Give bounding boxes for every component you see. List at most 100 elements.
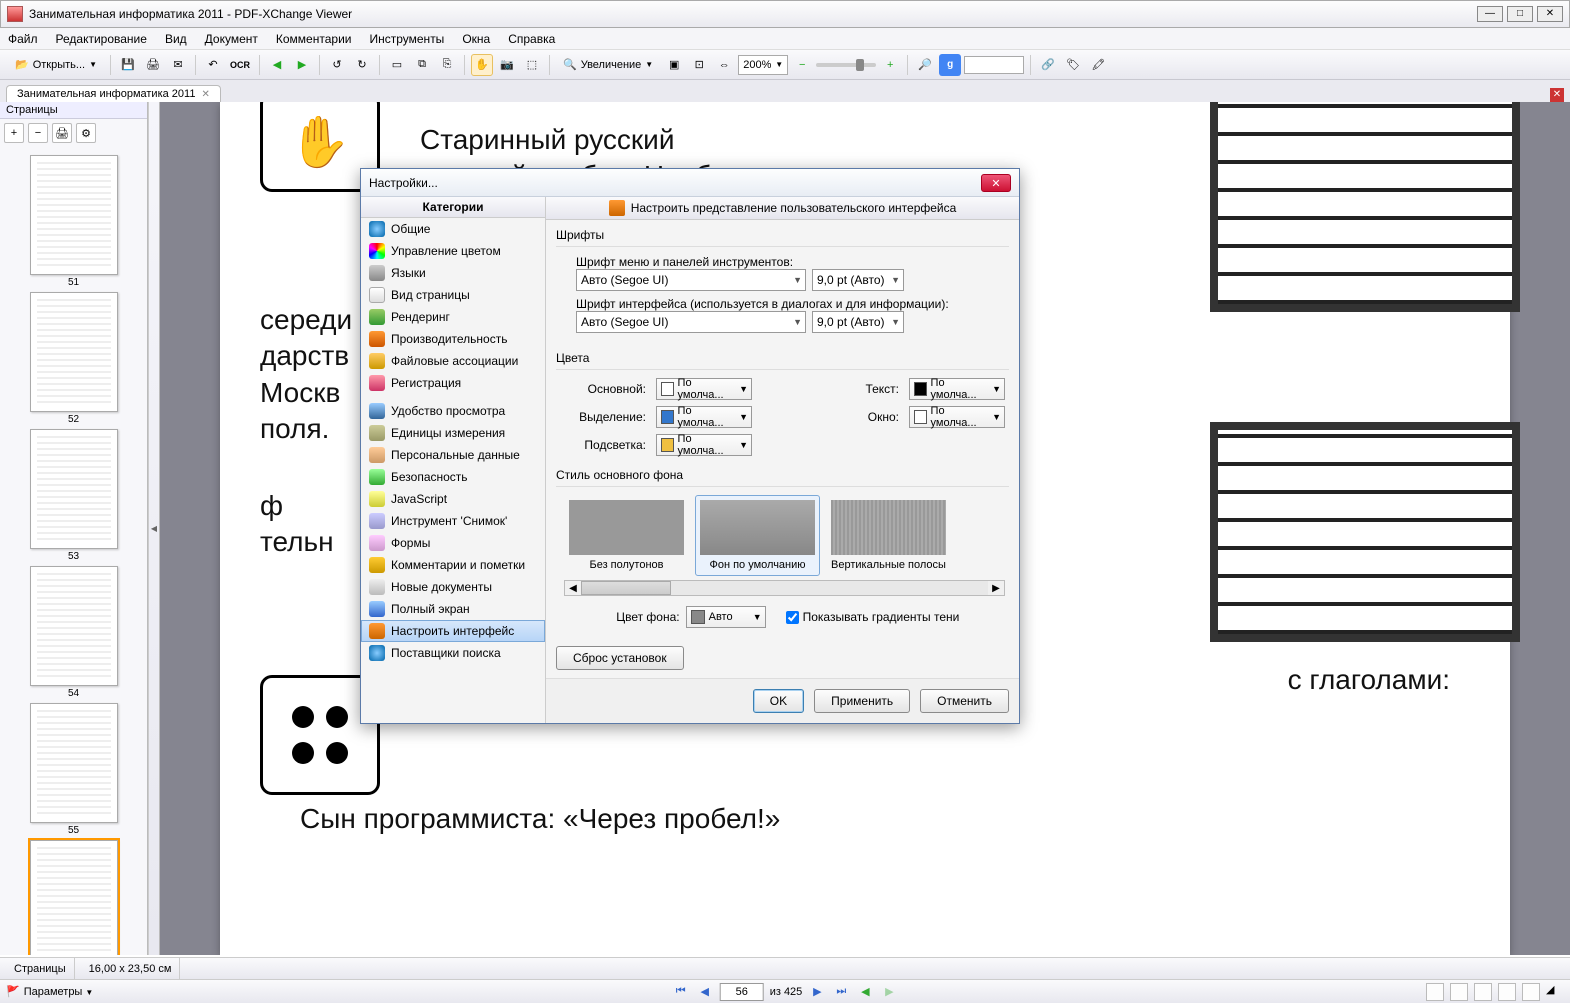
cat-units[interactable]: Единицы измерения (361, 422, 545, 444)
rotate-ccw-icon[interactable]: ↺ (326, 54, 348, 76)
sidebar-collapse-handle[interactable]: ◀ (148, 102, 160, 955)
cat-identity[interactable]: Персональные данные (361, 444, 545, 466)
zoom-slider[interactable] (816, 63, 876, 67)
tab-close-icon[interactable]: ✕ (201, 89, 209, 100)
cat-languages[interactable]: Языки (361, 262, 545, 284)
color-sel-combo[interactable]: По умолча...▼ (656, 406, 752, 428)
menu-document[interactable]: Документ (205, 32, 258, 46)
nav-back-icon[interactable]: ◀ (266, 54, 288, 76)
maximize-button[interactable]: □ (1507, 6, 1533, 22)
google-icon[interactable]: g (939, 54, 961, 76)
color-hl-combo[interactable]: По умолча...▼ (656, 434, 752, 456)
cat-file-assoc[interactable]: Файловые ассоциации (361, 350, 545, 372)
font-ui-combo[interactable]: Авто (Segoe UI)▼ (576, 311, 806, 333)
thumbnail[interactable]: 54 (30, 566, 118, 699)
cat-customize-ui[interactable]: Настроить интерфейс (361, 620, 545, 642)
zoom-out-thumbs-icon[interactable]: − (28, 123, 48, 143)
ok-button[interactable]: OK (753, 689, 804, 713)
bg-style-default[interactable]: Фон по умолчанию (695, 495, 820, 576)
color-main-combo[interactable]: По умолча...▼ (656, 378, 752, 400)
cat-comments[interactable]: Комментарии и пометки (361, 554, 545, 576)
options-dropdown[interactable]: Параметры ▼ (24, 986, 94, 998)
menu-tools[interactable]: Инструменты (369, 32, 444, 46)
cat-fullscreen[interactable]: Полный экран (361, 598, 545, 620)
document-tab[interactable]: Занимательная информатика 2011 ✕ (6, 85, 221, 102)
font-menu-size-combo[interactable]: 9,0 pt (Авто)▼ (812, 269, 904, 291)
cat-snapshot[interactable]: Инструмент 'Снимок' (361, 510, 545, 532)
nav-back2-icon[interactable]: ◀ (856, 983, 874, 1001)
camera-icon[interactable]: 📷 (496, 54, 518, 76)
cat-registration[interactable]: Регистрация (361, 372, 545, 394)
find-icon[interactable]: 🔎 (914, 54, 936, 76)
cat-accessibility[interactable]: Удобство просмотра (361, 400, 545, 422)
cat-security[interactable]: Безопасность (361, 466, 545, 488)
thumbnail[interactable]: 51 (30, 155, 118, 288)
font-ui-size-combo[interactable]: 9,0 pt (Авто)▼ (812, 311, 904, 333)
reset-button[interactable]: Сброс установок (556, 646, 684, 670)
show-gradients-checkbox[interactable]: Показывать градиенты тени (786, 610, 960, 624)
continuous-icon[interactable] (1450, 983, 1468, 1001)
zoom-width-icon[interactable]: ⇔ (713, 54, 735, 76)
copy-icon[interactable]: ⎘ (436, 54, 458, 76)
highlight-icon[interactable]: 🖍 (1087, 54, 1109, 76)
apply-button[interactable]: Применить (814, 689, 910, 713)
rotate-cw-icon[interactable]: ↻ (351, 54, 373, 76)
menu-view[interactable]: Вид (165, 32, 187, 46)
search-box[interactable] (964, 56, 1024, 74)
thumbnail[interactable]: 53 (30, 429, 118, 562)
page-number-input[interactable] (720, 983, 764, 1001)
zoom-in-thumbs-icon[interactable]: + (4, 123, 24, 143)
email-icon[interactable]: ✉ (167, 54, 189, 76)
cat-search-providers[interactable]: Поставщики поиска (361, 642, 545, 664)
menu-help[interactable]: Справка (508, 32, 555, 46)
last-page-icon[interactable]: ⏭ (832, 983, 850, 1001)
nav-fwd-icon[interactable]: ▶ (291, 54, 313, 76)
options-thumbs-icon[interactable]: ⚙ (76, 123, 96, 143)
cat-page-view[interactable]: Вид страницы (361, 284, 545, 306)
zoom-actual-icon[interactable]: ▣ (663, 54, 685, 76)
cat-general[interactable]: Общие (361, 218, 545, 240)
thumbnail[interactable]: 55 (30, 703, 118, 836)
ocr-icon[interactable]: OCR (227, 54, 253, 76)
zoom-fit-icon[interactable]: ⊡ (688, 54, 710, 76)
page-layout-icon[interactable] (1522, 983, 1540, 1001)
facing-icon[interactable] (1474, 983, 1492, 1001)
bg-color-combo[interactable]: Авто▼ (686, 606, 766, 628)
zoom-in-icon[interactable]: + (879, 54, 901, 76)
cat-rendering[interactable]: Рендеринг (361, 306, 545, 328)
first-page-icon[interactable]: ⏮ (672, 983, 690, 1001)
font-menu-combo[interactable]: Авто (Segoe UI)▼ (576, 269, 806, 291)
facing-continuous-icon[interactable] (1498, 983, 1516, 1001)
thumbnail[interactable]: 52 (30, 292, 118, 425)
bg-style-flat[interactable]: Без полутонов (564, 495, 689, 576)
select-text-icon[interactable]: ⬚ (521, 54, 543, 76)
cat-javascript[interactable]: JavaScript (361, 488, 545, 510)
open-button[interactable]: 📂 Открыть... ▼ (8, 54, 104, 76)
print-thumbs-icon[interactable]: 🖨 (52, 123, 72, 143)
zoom-dropdown[interactable]: 🔍 Увеличение ▼ (556, 54, 660, 76)
resize-handle-icon[interactable]: ◢ (1546, 983, 1564, 1001)
menu-edit[interactable]: Редактирование (56, 32, 147, 46)
zoom-out-icon[interactable]: − (791, 54, 813, 76)
cat-performance[interactable]: Производительность (361, 328, 545, 350)
print-icon[interactable]: 🖨 (142, 54, 164, 76)
bg-style-scrollbar[interactable]: ◀▶ (564, 580, 1005, 596)
thumbnail-selected[interactable]: 56 (30, 840, 118, 955)
snapshot-icon[interactable]: ⧉ (411, 54, 433, 76)
link-icon[interactable]: 🔗 (1037, 54, 1059, 76)
nav-fwd2-icon[interactable]: ▶ (880, 983, 898, 1001)
color-window-combo[interactable]: По умолча...▼ (909, 406, 1005, 428)
next-page-icon[interactable]: ▶ (808, 983, 826, 1001)
close-all-tabs[interactable]: ✕ (1550, 88, 1564, 102)
bg-style-vstripes[interactable]: Вертикальные полосы (826, 495, 951, 576)
save-icon[interactable]: 💾 (117, 54, 139, 76)
hand-icon[interactable]: ✋ (471, 54, 493, 76)
zoom-value-input[interactable]: 200%▼ (738, 55, 788, 75)
menu-file[interactable]: Файл (8, 32, 38, 46)
select-icon[interactable]: ▭ (386, 54, 408, 76)
single-page-icon[interactable] (1426, 983, 1444, 1001)
minimize-button[interactable]: — (1477, 6, 1503, 22)
color-text-combo[interactable]: По умолча...▼ (909, 378, 1005, 400)
cancel-button[interactable]: Отменить (920, 689, 1009, 713)
undo-icon[interactable]: ↶ (202, 54, 224, 76)
